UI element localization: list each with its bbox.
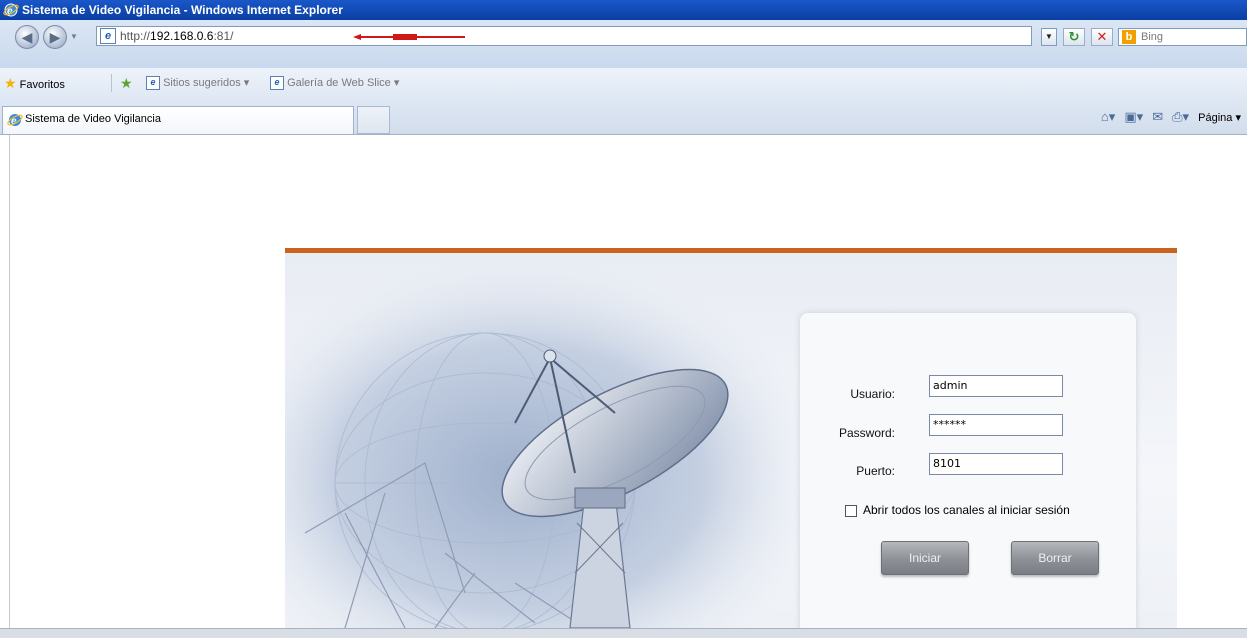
new-tab-button[interactable]: [357, 106, 390, 134]
puerto-input[interactable]: 8101: [929, 453, 1063, 475]
content-border: [9, 135, 10, 628]
ie-logo-icon: e: [3, 3, 19, 17]
usuario-label: Usuario:: [850, 387, 895, 401]
window-title: Sistema de Video Vigilancia - Windows In…: [22, 3, 343, 17]
login-panel: Usuario: admin Password: ****** Puerto: …: [285, 248, 1177, 628]
iniciar-button[interactable]: Iniciar: [881, 541, 969, 575]
rss-feed-icon[interactable]: ▣▾: [1124, 109, 1143, 124]
history-dropdown-icon[interactable]: ▼: [70, 32, 78, 41]
mail-icon[interactable]: ✉: [1152, 109, 1163, 124]
tab-bar: e Sistema de Video Vigilancia ⌂▾ ▣▾ ✉ ⎙▾…: [0, 98, 1247, 135]
bing-icon: b: [1122, 30, 1136, 44]
address-toolbar: ◀ ▶ ▼ e http://192.168.0.6:81/ ▼ ↻ ✕ b B…: [0, 20, 1247, 68]
forward-button[interactable]: ▶: [43, 25, 67, 49]
password-input[interactable]: ******: [929, 414, 1063, 436]
address-dropdown-button[interactable]: ▼: [1041, 28, 1057, 46]
url-text: http://192.168.0.6:81/: [120, 29, 234, 43]
page-menu-button[interactable]: Página ▾: [1198, 112, 1241, 124]
star-icon: ★: [4, 75, 17, 91]
page-icon: e: [100, 28, 116, 44]
tab-label: Sistema de Video Vigilancia: [25, 113, 161, 125]
search-placeholder: Bing: [1141, 31, 1164, 43]
ie-logo-icon: e: [7, 114, 23, 127]
back-button[interactable]: ◀: [15, 25, 39, 49]
favorites-label: Favoritos: [19, 79, 65, 91]
add-favorites-icon[interactable]: ★: [120, 76, 133, 92]
favorites-bar: ★ Favoritos ★ e Sitios sugeridos ▾ e Gal…: [0, 68, 1247, 99]
refresh-button[interactable]: ↻: [1063, 28, 1085, 46]
puerto-label: Puerto:: [856, 464, 895, 478]
fav-item-sitios-sugeridos[interactable]: e Sitios sugeridos ▾: [146, 76, 250, 91]
home-icon[interactable]: ⌂▾: [1101, 109, 1115, 124]
favorites-button[interactable]: ★ Favoritos: [4, 76, 65, 92]
fav-item-label: Sitios sugeridos ▾: [163, 77, 250, 89]
password-label: Password:: [838, 426, 895, 440]
search-input[interactable]: b Bing: [1118, 28, 1247, 46]
tab-sistema-video-vigilancia[interactable]: e Sistema de Video Vigilancia: [2, 106, 354, 134]
fav-item-label: Galería de Web Slice ▾: [287, 77, 400, 89]
page-icon: e: [146, 76, 160, 91]
window-titlebar: e Sistema de Video Vigilancia - Windows …: [0, 0, 1247, 20]
fav-item-galeria-web-slice[interactable]: e Galería de Web Slice ▾: [270, 76, 400, 91]
satellite-dish-illustration: [285, 253, 805, 628]
toolbar-divider: [111, 74, 112, 92]
address-input[interactable]: e http://192.168.0.6:81/: [96, 26, 1032, 46]
login-form: Usuario: admin Password: ****** Puerto: …: [800, 313, 1136, 628]
stop-button[interactable]: ✕: [1091, 28, 1113, 46]
page-icon: e: [270, 76, 284, 91]
usuario-input[interactable]: admin: [929, 375, 1063, 397]
print-icon[interactable]: ⎙▾: [1172, 109, 1189, 124]
abrir-canales-checkbox[interactable]: [845, 505, 857, 517]
abrir-canales-label: Abrir todos los canales al iniciar sesió…: [863, 503, 1070, 517]
command-bar: ⌂▾ ▣▾ ✉ ⎙▾ Página ▾: [1095, 108, 1241, 126]
borrar-button[interactable]: Borrar: [1011, 541, 1099, 575]
red-arrow-annotation-icon: [353, 34, 465, 40]
